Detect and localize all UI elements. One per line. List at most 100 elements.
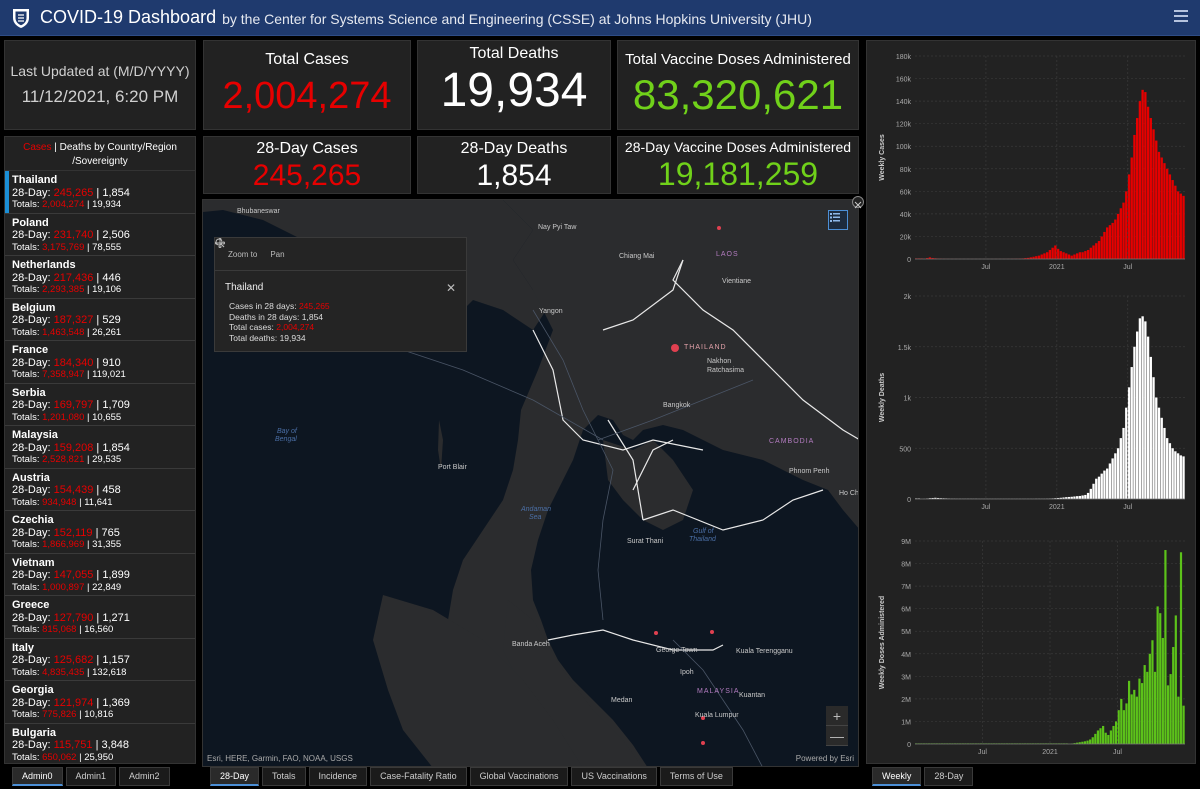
bar[interactable]: [1177, 696, 1180, 744]
country-list-item[interactable]: Italy 28-Day: 125,682 | 1,157 Totals: 4,83…: [5, 639, 195, 681]
bar[interactable]: [1070, 255, 1073, 259]
bar[interactable]: [1100, 236, 1103, 259]
bar[interactable]: [1065, 253, 1068, 259]
zoom-out-button[interactable]: —: [826, 726, 848, 746]
bar[interactable]: [1176, 191, 1180, 259]
bar[interactable]: [1141, 316, 1144, 499]
bar[interactable]: [1108, 225, 1112, 259]
bar[interactable]: [1168, 174, 1172, 259]
tab-28-day[interactable]: 28-Day: [210, 767, 260, 786]
bar[interactable]: [1084, 494, 1087, 499]
bar[interactable]: [1086, 740, 1089, 744]
bar[interactable]: [1174, 451, 1177, 499]
bar[interactable]: [1104, 732, 1107, 744]
bar[interactable]: [1157, 151, 1161, 259]
country-list-item[interactable]: Serbia 28-Day: 169,797 | 1,709 Totals: 1,2…: [5, 384, 195, 426]
bar[interactable]: [1089, 488, 1092, 499]
bar[interactable]: [1130, 367, 1133, 499]
bar[interactable]: [1155, 140, 1158, 259]
country-list-item[interactable]: Bulgaria 28-Day: 115,751 | 3,848 Totals: 6…: [5, 724, 195, 764]
bar[interactable]: [1089, 739, 1092, 744]
bar[interactable]: [1115, 721, 1118, 744]
bar[interactable]: [1097, 476, 1101, 499]
bar[interactable]: [1125, 703, 1128, 744]
bar[interactable]: [1081, 495, 1084, 499]
zoom-in-button[interactable]: +: [826, 706, 848, 726]
bar[interactable]: [1097, 240, 1101, 259]
country-list-item[interactable]: Greece 28-Day: 127,790 | 1,271 Totals: 815…: [5, 596, 195, 639]
bar[interactable]: [1037, 255, 1041, 259]
bar[interactable]: [1140, 683, 1144, 744]
bar[interactable]: [1108, 463, 1112, 499]
bar[interactable]: [1163, 427, 1166, 499]
bar[interactable]: [1076, 496, 1079, 499]
bar[interactable]: [1119, 208, 1122, 259]
bar[interactable]: [1179, 455, 1182, 499]
bar[interactable]: [1125, 191, 1128, 259]
bar[interactable]: [1116, 448, 1120, 499]
bar[interactable]: [1182, 705, 1185, 744]
bar[interactable]: [1127, 174, 1131, 259]
weekly-deaths-chart[interactable]: 0 500 1k 1.5k 2k Jul 2021 Jul Weekly Deaths: [867, 286, 1197, 521]
pan-button[interactable]: Pan: [215, 238, 285, 259]
bar[interactable]: [1102, 725, 1105, 744]
bar[interactable]: [1111, 458, 1114, 499]
bar[interactable]: [1099, 728, 1102, 744]
powered-by-esri[interactable]: Powered by Esri: [796, 754, 854, 763]
tab-global-vaccinations[interactable]: Global Vaccinations: [469, 767, 569, 786]
bar[interactable]: [1117, 710, 1120, 744]
tab-us-vaccinations[interactable]: US Vaccinations: [571, 767, 657, 786]
hamburger-menu-icon[interactable]: [1174, 10, 1188, 24]
bar[interactable]: [1089, 247, 1092, 259]
bar[interactable]: [1171, 180, 1174, 259]
bar[interactable]: [1172, 647, 1175, 744]
bar[interactable]: [1133, 346, 1136, 499]
bar[interactable]: [1163, 163, 1166, 259]
bar[interactable]: [1138, 101, 1142, 259]
bar[interactable]: [1144, 321, 1147, 499]
bar[interactable]: [1120, 698, 1123, 744]
bar[interactable]: [1149, 118, 1152, 260]
map-view[interactable]: Bhubaneswar Nay Pyi Taw Chiang Mai LAOS …: [202, 199, 859, 767]
bar[interactable]: [1107, 734, 1110, 744]
tab-case-fatality-ratio[interactable]: Case-Fatality Ratio: [370, 767, 467, 786]
bar[interactable]: [1081, 252, 1084, 259]
bar[interactable]: [1153, 671, 1157, 744]
country-list-item[interactable]: Malaysia 28-Day: 159,208 | 1,854 Totals: 2…: [5, 426, 195, 469]
bar[interactable]: [1062, 252, 1065, 259]
bar[interactable]: [1179, 193, 1182, 259]
bar[interactable]: [1078, 252, 1082, 259]
bar[interactable]: [1166, 168, 1169, 259]
bar[interactable]: [1164, 550, 1167, 744]
bar[interactable]: [1174, 615, 1177, 744]
bar[interactable]: [1156, 606, 1159, 744]
bar[interactable]: [1059, 251, 1062, 259]
bar[interactable]: [1127, 680, 1131, 744]
bar[interactable]: [1046, 252, 1049, 259]
bar[interactable]: [1114, 453, 1117, 499]
tab-incidence[interactable]: Incidence: [308, 767, 368, 786]
weekly-cases-chart[interactable]: 0 20k 40k 60k 80k 100k 120k 140k 160k 180k Jul 2021…: [867, 46, 1197, 281]
bar[interactable]: [1130, 157, 1133, 260]
bar[interactable]: [1119, 438, 1122, 499]
bar[interactable]: [1056, 248, 1060, 259]
bar[interactable]: [1138, 678, 1141, 744]
bar[interactable]: [1109, 730, 1113, 744]
bar[interactable]: [1182, 456, 1185, 499]
bar[interactable]: [1146, 106, 1150, 259]
map-legend-button[interactable]: [828, 210, 848, 230]
tab-weekly[interactable]: Weekly: [872, 767, 922, 786]
bar[interactable]: [1035, 256, 1038, 259]
bar[interactable]: [1092, 245, 1095, 259]
bar[interactable]: [1084, 251, 1087, 259]
bar[interactable]: [1073, 254, 1076, 259]
bar[interactable]: [1048, 249, 1052, 259]
expand-icon[interactable]: [852, 196, 864, 209]
bar[interactable]: [1135, 696, 1138, 744]
bar[interactable]: [1149, 356, 1152, 499]
popup-close-icon[interactable]: ✕: [446, 281, 456, 295]
bar[interactable]: [1133, 689, 1136, 744]
tab-admin2[interactable]: Admin2: [119, 767, 170, 786]
bar[interactable]: [1168, 443, 1172, 499]
bar[interactable]: [1078, 495, 1082, 499]
